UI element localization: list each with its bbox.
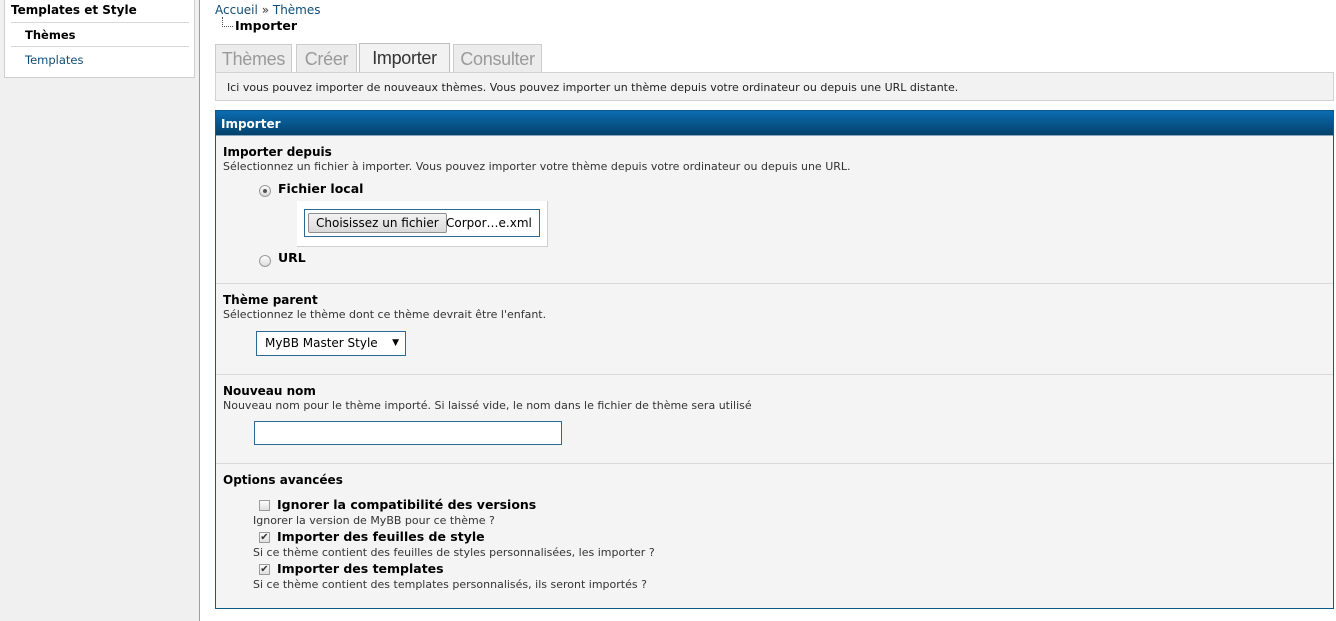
parent-theme-select[interactable]: MyBB Master Style ▼ — [256, 331, 406, 356]
radio-local-file-label: Fichier local — [278, 181, 364, 196]
import-form: Importer Importer depuis Sélectionnez un… — [215, 110, 1334, 609]
sidebar-item-themes[interactable]: Thèmes — [11, 22, 189, 47]
new-name-title: Nouveau nom — [223, 384, 316, 398]
breadcrumb-home-link[interactable]: Accueil — [215, 3, 258, 17]
advanced-options-row: Options avancées Ignorer la compatibilit… — [216, 464, 1333, 608]
intro-text: Ici vous pouvez importer de nouveaux thè… — [215, 72, 1334, 101]
new-name-description: Nouveau nom pour le thème importé. Si la… — [223, 399, 752, 412]
selected-file-name: Corpor…e.xml — [446, 216, 532, 230]
radio-url-label: URL — [278, 250, 306, 265]
import-templates-description: Si ce thème contient des templates perso… — [253, 578, 647, 591]
breadcrumb-current: Importer — [235, 18, 297, 33]
new-name-row: Nouveau nom Nouveau nom pour le thème im… — [216, 375, 1333, 464]
parent-theme-selected: MyBB Master Style — [265, 336, 378, 350]
parent-theme-title: Thème parent — [223, 293, 318, 307]
import-templates-label: Importer des templates — [277, 561, 444, 576]
import-from-description: Sélectionnez un fichier à importer. Vous… — [223, 160, 851, 173]
ignore-version-checkbox[interactable] — [259, 500, 270, 511]
file-input[interactable]: Choisissez un fichier Corpor…e.xml — [304, 209, 540, 237]
parent-theme-description: Sélectionnez le thème dont ce thème devr… — [223, 308, 547, 321]
sidebar-item-templates[interactable]: Templates — [11, 48, 189, 73]
choose-file-button[interactable]: Choisissez un fichier — [308, 213, 447, 233]
radio-url[interactable] — [259, 255, 271, 267]
import-templates-checkbox[interactable]: ✔ — [259, 564, 270, 575]
parent-theme-row: Thème parent Sélectionnez le thème dont … — [216, 284, 1333, 375]
breadcrumb-themes-link[interactable]: Thèmes — [273, 3, 321, 17]
new-name-input[interactable] — [254, 421, 562, 445]
tab-import[interactable]: Importer — [359, 43, 450, 73]
sidebar: Templates et Style Thèmes Templates — [0, 0, 200, 621]
import-stylesheets-checkbox[interactable]: ✔ — [259, 532, 270, 543]
ignore-version-label: Ignorer la compatibilité des versions — [277, 497, 537, 512]
sidebar-title: Templates et Style — [11, 3, 137, 17]
breadcrumb: Accueil » Thèmes — [215, 3, 321, 17]
tab-view[interactable]: Consulter — [453, 44, 542, 72]
sidebar-menu: Templates et Style Thèmes Templates — [4, 0, 195, 78]
tab-create[interactable]: Créer — [296, 44, 357, 72]
advanced-options-title: Options avancées — [223, 473, 343, 487]
breadcrumb-separator: » — [261, 3, 270, 17]
import-stylesheets-description: Si ce thème contient des feuilles de sty… — [253, 546, 655, 559]
ignore-version-description: Ignorer la version de MyBB pour ce thème… — [253, 514, 495, 527]
import-from-row: Importer depuis Sélectionnez un fichier … — [216, 136, 1333, 284]
radio-local-file[interactable] — [259, 185, 271, 197]
import-stylesheets-label: Importer des feuilles de style — [277, 529, 485, 544]
form-header: Importer — [216, 111, 1333, 136]
tab-themes[interactable]: Thèmes — [215, 44, 292, 72]
breadcrumb-tree-connector — [222, 17, 233, 27]
import-from-title: Importer depuis — [223, 145, 332, 159]
chevron-down-icon: ▼ — [392, 338, 399, 348]
